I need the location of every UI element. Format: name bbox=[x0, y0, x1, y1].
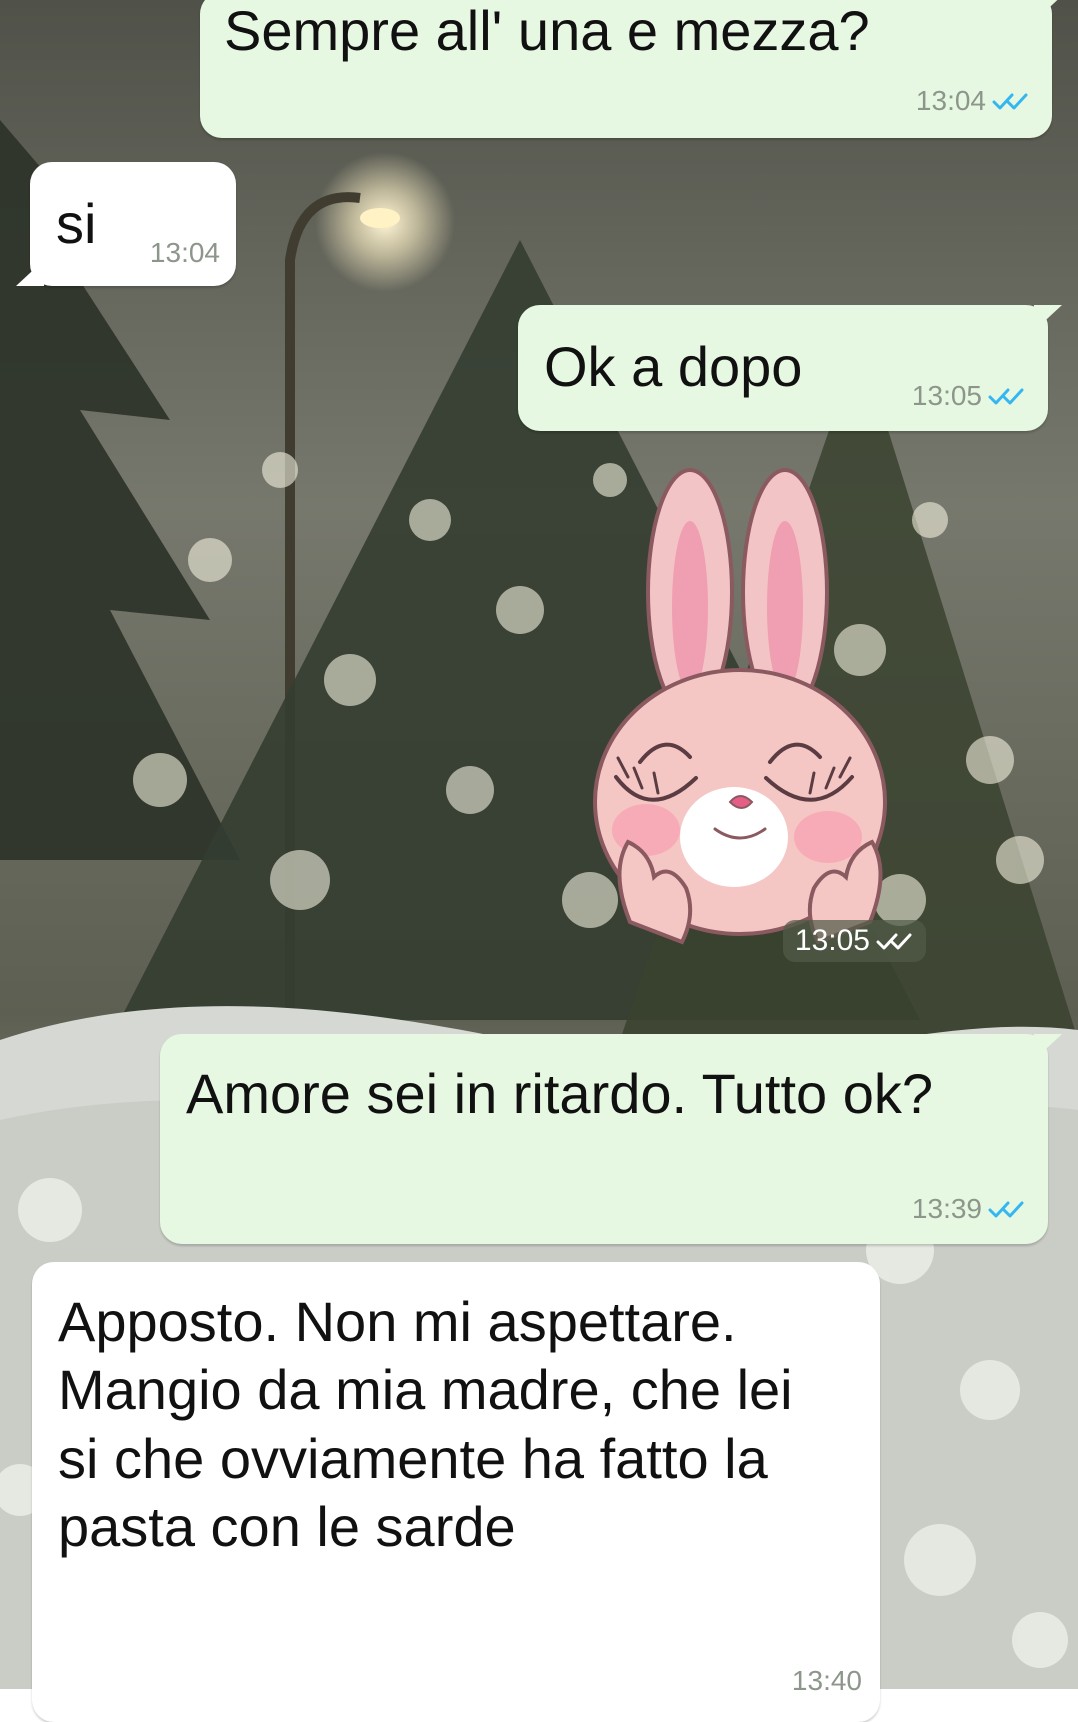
message-text: Apposto. Non mi aspettare. Mangio da mia… bbox=[58, 1290, 809, 1558]
message-time: 13:04 bbox=[915, 84, 986, 116]
double-check-icon bbox=[988, 1201, 1024, 1218]
outgoing-message-bubble[interactable]: Amore sei in ritardo. Tutto ok? 13:39 bbox=[160, 1034, 1048, 1244]
message-time: 13:39 bbox=[911, 1192, 982, 1224]
incoming-message-bubble[interactable]: si 13:04 bbox=[30, 162, 236, 286]
message-time: 13:05 bbox=[794, 924, 870, 957]
pink-bunny-sticker-icon bbox=[593, 468, 887, 945]
message-text: Amore sei in ritardo. Tutto ok? bbox=[186, 1062, 934, 1125]
chat-message-list[interactable]: Sempre all' una e mezza? 13:04 si 13:04 … bbox=[0, 0, 1078, 1722]
message-meta: 13:04 bbox=[916, 84, 1030, 118]
message-time: 13:05 bbox=[911, 379, 982, 411]
message-meta: 13:05 bbox=[912, 379, 1026, 413]
double-check-icon bbox=[988, 388, 1024, 405]
message-time: 13:40 bbox=[791, 1664, 862, 1696]
outgoing-message-bubble[interactable]: Sempre all' una e mezza? 13:04 bbox=[200, 0, 1052, 138]
incoming-message-bubble[interactable]: Apposto. Non mi aspettare. Mangio da mia… bbox=[32, 1262, 880, 1722]
double-check-icon bbox=[992, 93, 1028, 110]
outgoing-message-bubble[interactable]: Ok a dopo 13:05 bbox=[518, 305, 1048, 431]
message-meta: 13:40 bbox=[792, 1664, 862, 1698]
message-text: Sempre all' una e mezza? bbox=[224, 0, 870, 62]
double-check-icon bbox=[876, 933, 912, 950]
message-time: 13:04 bbox=[149, 236, 220, 268]
sticker-meta: 13:05 bbox=[782, 920, 926, 962]
message-meta: 13:39 bbox=[912, 1192, 1026, 1226]
message-meta: 13:04 bbox=[150, 236, 220, 270]
sticker-message[interactable]: 13:05 bbox=[570, 452, 930, 972]
